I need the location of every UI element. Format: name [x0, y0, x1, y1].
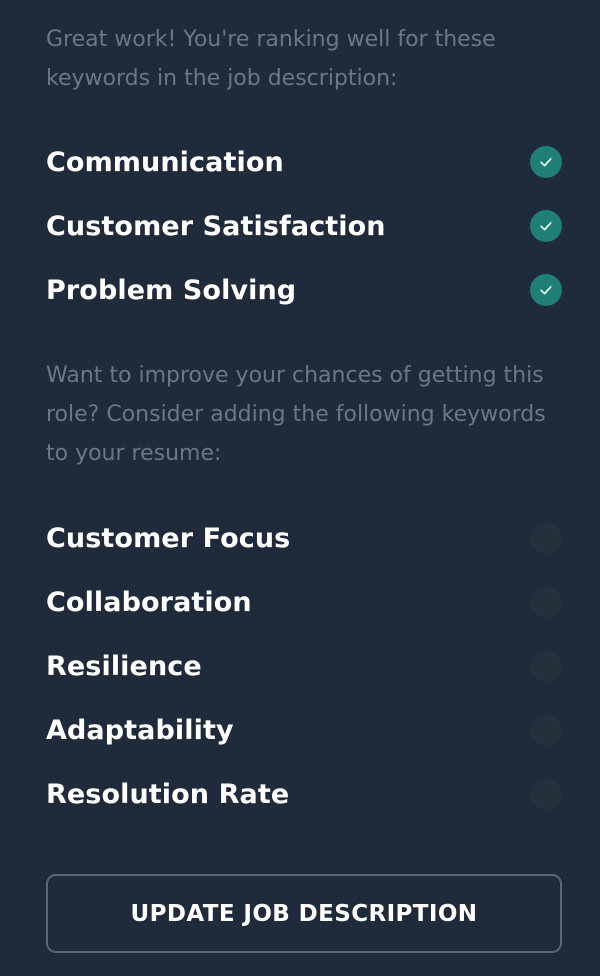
empty-circle-icon [530, 778, 562, 810]
missing-keywords-list: Customer Focus Collaboration Resilience … [46, 506, 562, 826]
keyword-row-missing: Adaptability [46, 698, 562, 762]
keyword-row-matched: Communication [46, 130, 562, 194]
matched-keywords-intro: Great work! You're ranking well for thes… [46, 27, 496, 91]
check-icon [530, 146, 562, 178]
empty-circle-icon [530, 650, 562, 682]
keyword-row-missing: Resilience [46, 634, 562, 698]
keyword-row-matched: Problem Solving [46, 258, 562, 322]
keyword-label: Problem Solving [46, 274, 297, 306]
keyword-label: Collaboration [46, 586, 252, 618]
keyword-row-missing: Collaboration [46, 570, 562, 634]
keyword-label: Customer Satisfaction [46, 210, 386, 242]
update-job-description-label: UPDATE JOB DESCRIPTION [130, 900, 478, 927]
keyword-row-matched: Customer Satisfaction [46, 194, 562, 258]
empty-circle-icon [530, 522, 562, 554]
check-icon [530, 210, 562, 242]
keyword-label: Customer Focus [46, 522, 291, 554]
keyword-match-panel: Great work! You're ranking well for thes… [46, 0, 562, 976]
check-icon [530, 274, 562, 306]
missing-keywords-intro: Want to improve your chances of getting … [46, 363, 546, 466]
empty-circle-icon [530, 586, 562, 618]
keyword-label: Resolution Rate [46, 778, 290, 810]
keyword-label: Communication [46, 146, 284, 178]
keyword-label: Resilience [46, 650, 202, 682]
update-job-description-button[interactable]: UPDATE JOB DESCRIPTION [46, 874, 562, 953]
keyword-label: Adaptability [46, 714, 234, 746]
keyword-row-missing: Customer Focus [46, 506, 562, 570]
empty-circle-icon [530, 714, 562, 746]
matched-keywords-list: Communication Customer Satisfaction Prob… [46, 130, 562, 322]
keyword-row-missing: Resolution Rate [46, 762, 562, 826]
